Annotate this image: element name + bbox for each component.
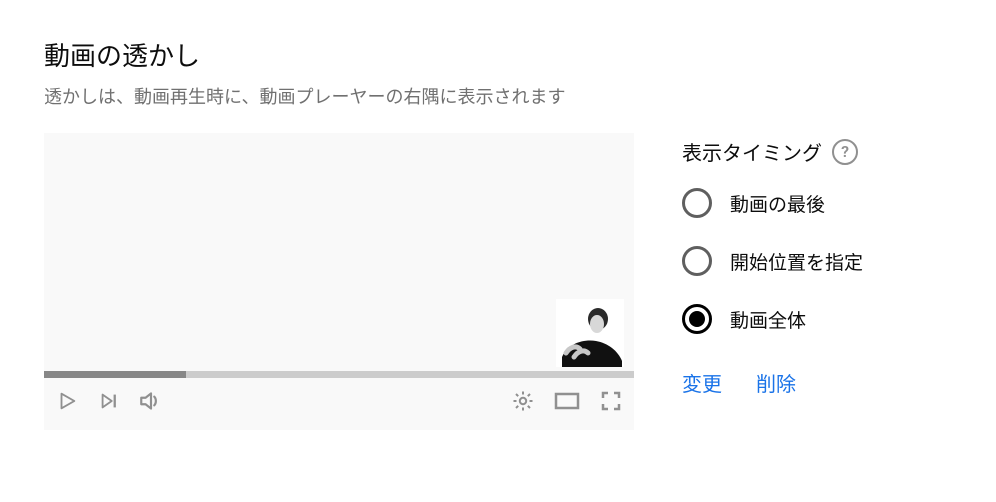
timing-panel: 表示タイミング ? 動画の最後 開始位置を指定 動画全体 変更 削除 [682,133,863,397]
progress-bar[interactable] [44,371,634,378]
radio-label: 開始位置を指定 [730,248,863,275]
radio-option-whole[interactable]: 動画全体 [682,304,863,334]
video-stage [44,133,634,371]
radio-circle-icon [682,188,712,218]
gear-icon[interactable] [508,386,538,416]
timing-radio-group: 動画の最後 開始位置を指定 動画全体 [682,188,863,334]
radio-label: 動画の最後 [730,190,825,217]
help-icon[interactable]: ? [832,139,858,165]
radio-option-start[interactable]: 開始位置を指定 [682,246,863,276]
remove-button[interactable]: 削除 [756,368,796,397]
watermark-thumbnail [556,299,624,367]
play-icon[interactable] [52,386,82,416]
radio-option-end[interactable]: 動画の最後 [682,188,863,218]
next-icon[interactable] [94,386,124,416]
radio-circle-icon [682,246,712,276]
theater-icon[interactable] [552,386,582,416]
fullscreen-icon[interactable] [596,386,626,416]
section-subtitle: 透かしは、動画再生時に、動画プレーヤーの右隅に表示されます [44,83,956,109]
timing-title: 表示タイミング [682,137,822,166]
section-title: 動画の透かし [44,36,956,73]
radio-label: 動画全体 [730,306,806,333]
video-preview [44,133,634,430]
progress-fill [44,371,186,378]
player-controls [44,378,634,424]
volume-icon[interactable] [136,386,166,416]
radio-circle-icon [682,304,712,334]
change-button[interactable]: 変更 [682,368,722,397]
